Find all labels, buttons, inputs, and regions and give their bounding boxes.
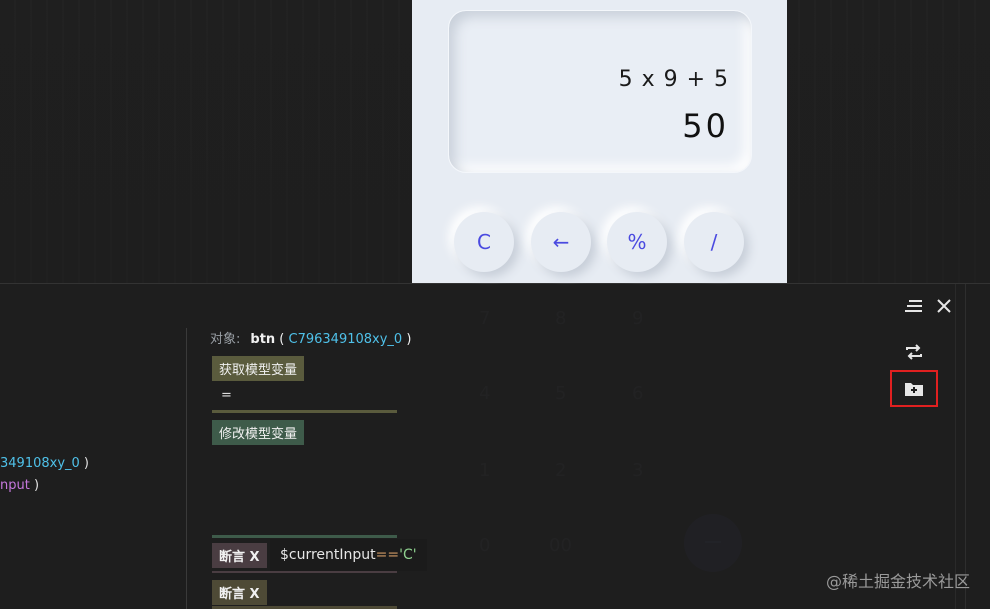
assign-equals: = bbox=[221, 388, 232, 403]
block-bar-set bbox=[212, 535, 397, 538]
assert-operator: == bbox=[375, 547, 400, 563]
panel-right-border-inner bbox=[955, 284, 956, 609]
get-model-variable-block[interactable]: 获取模型变量 bbox=[212, 356, 305, 381]
target-label: 对象: bbox=[210, 332, 241, 347]
assert-var: $currentInput bbox=[280, 547, 376, 563]
panel-right-border bbox=[965, 284, 966, 609]
assert-expression[interactable]: $currentInput == 'C' bbox=[270, 539, 427, 571]
divide-button[interactable]: / bbox=[684, 212, 744, 272]
percent-button[interactable]: % bbox=[607, 212, 667, 272]
target-open-paren: ( bbox=[275, 332, 289, 347]
set-model-variable-block[interactable]: 修改模型变量 bbox=[212, 420, 305, 445]
calculator-preview: 5 x 9 + 5 50 C ← % / bbox=[412, 0, 787, 283]
calculator-expression: 5 x 9 + 5 bbox=[618, 67, 729, 92]
code-line-id-text: 349108xy_0 bbox=[0, 456, 80, 471]
calculator-result: 50 bbox=[682, 107, 729, 145]
code-line-var-text: nput bbox=[0, 478, 30, 493]
editor-panel bbox=[0, 284, 990, 609]
watermark: @稀土掘金技术社区 bbox=[825, 572, 970, 591]
code-line-var-paren: ) bbox=[29, 478, 40, 493]
target-name: btn bbox=[250, 332, 276, 347]
target-object-line: 对象: btn ( C796349108xy_0 ) bbox=[210, 328, 411, 347]
code-line-var: nput ) bbox=[0, 478, 39, 493]
target-close-paren: ) bbox=[402, 332, 412, 347]
assert-block-2[interactable]: 断言 X bbox=[212, 580, 267, 605]
close-icon[interactable] bbox=[934, 296, 954, 316]
assert-block[interactable]: 断言 X bbox=[212, 543, 267, 568]
block-bar-get bbox=[212, 410, 397, 413]
code-line-id-paren: ) bbox=[79, 456, 90, 471]
clear-button[interactable]: C bbox=[454, 212, 514, 272]
backspace-button[interactable]: ← bbox=[531, 212, 591, 272]
menu-lines-icon[interactable] bbox=[905, 298, 923, 314]
assert-value: 'C' bbox=[399, 547, 417, 563]
block-bar-assert bbox=[212, 571, 397, 573]
panel-divider bbox=[186, 328, 187, 609]
screen: 5 x 9 + 5 50 C ← % / 7 8 9 4 5 6 1 2 3 0… bbox=[0, 0, 990, 609]
code-line-id: 349108xy_0 ) bbox=[0, 456, 89, 471]
calculator-display: 5 x 9 + 5 50 bbox=[448, 10, 752, 173]
swap-icon[interactable] bbox=[904, 342, 924, 362]
target-id[interactable]: C796349108xy_0 bbox=[289, 332, 403, 347]
folder-add-icon[interactable] bbox=[890, 370, 938, 407]
